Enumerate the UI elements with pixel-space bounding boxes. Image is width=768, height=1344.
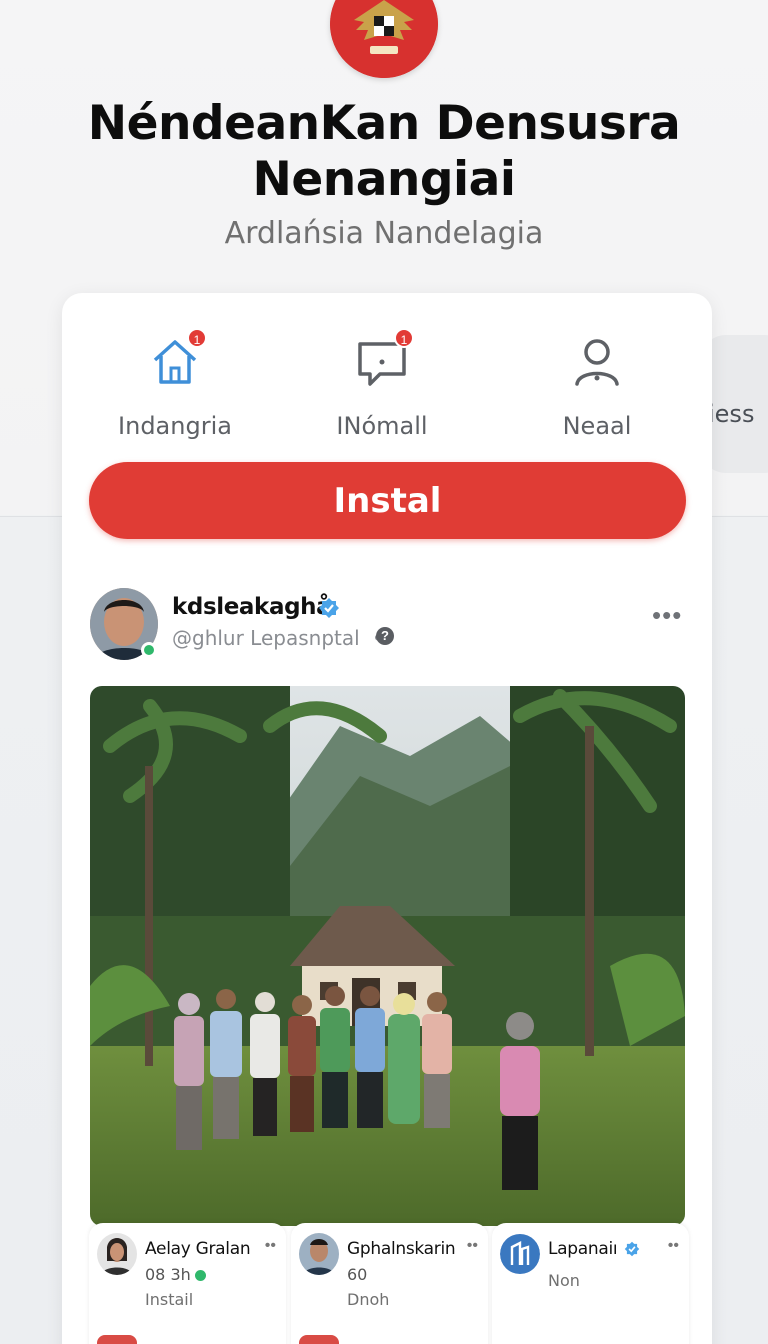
page-title: NéndeanKan Densusra Nenangiai xyxy=(87,96,681,207)
card-sub: Instail xyxy=(145,1290,194,1309)
online-status-dot xyxy=(141,642,157,658)
suggested-card-2[interactable]: Gphalnskarin 60 Dnoh •• xyxy=(291,1223,488,1344)
post-author-name[interactable]: kdsleakaghå xyxy=(172,594,332,620)
nav-item-label: INómall xyxy=(336,412,428,440)
more-options-icon[interactable]: •• xyxy=(668,1237,679,1255)
nav-item-home[interactable]: 1 Indangria xyxy=(75,328,275,440)
card-name: Lapanaiı xyxy=(548,1239,640,1259)
online-status-dot xyxy=(194,1270,206,1281)
peek-card-label: iess xyxy=(708,400,755,428)
app-icon xyxy=(299,1335,339,1344)
notification-badge: 1 xyxy=(394,328,414,348)
avatar xyxy=(299,1233,339,1275)
nav-item-label: Indangria xyxy=(118,412,232,440)
user-icon xyxy=(575,339,619,386)
building-icon xyxy=(500,1233,540,1275)
nav-item-label: Neaal xyxy=(562,412,632,440)
card-name: Gphalnskarin xyxy=(347,1239,456,1259)
help-icon[interactable]: ? xyxy=(376,627,394,645)
more-options-icon[interactable]: •• xyxy=(467,1237,478,1255)
page-subtitle: Ardlańsia Nandelagia xyxy=(224,216,544,251)
card-meta: 08 3h xyxy=(145,1265,206,1284)
more-options-icon[interactable]: •• xyxy=(265,1237,276,1255)
card-sub: Non xyxy=(548,1271,580,1290)
nav-item-profile[interactable]: Neaal xyxy=(497,334,697,440)
app-icon xyxy=(97,1335,137,1344)
verified-badge-icon xyxy=(625,1241,640,1257)
post-author-handle: @ghlur Lepasnptal • xyxy=(172,626,384,650)
card-sub: Dnoh xyxy=(347,1290,390,1309)
notification-badge: 1 xyxy=(187,328,207,348)
garuda-emblem-logo xyxy=(330,0,438,78)
verified-badge-icon xyxy=(319,598,339,618)
nav-item-messages[interactable]: 1 INómall xyxy=(282,328,482,440)
card-meta: 60 xyxy=(347,1265,368,1284)
post-photo[interactable] xyxy=(90,686,685,1226)
install-button[interactable]: Instal xyxy=(89,462,686,539)
more-options-icon[interactable]: ••• xyxy=(652,600,682,631)
avatar xyxy=(97,1233,137,1275)
suggested-card-3[interactable]: Lapanaiı Non •• xyxy=(492,1223,689,1344)
suggested-card-1[interactable]: Aelay Gralan 08 3h Instail •• xyxy=(89,1223,286,1344)
card-name: Aelay Gralan xyxy=(145,1239,251,1259)
